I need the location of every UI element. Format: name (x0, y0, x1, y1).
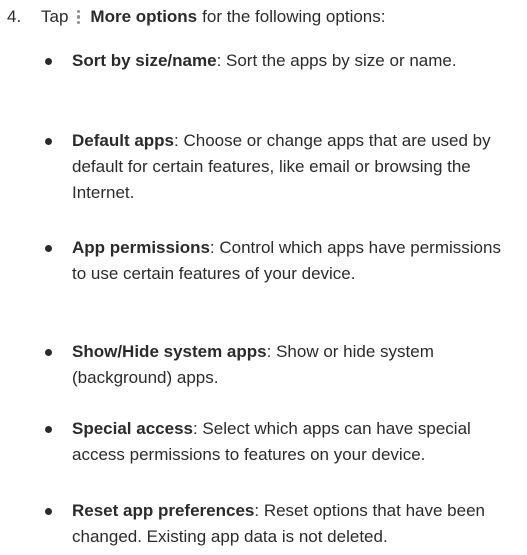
term: App permissions (72, 238, 210, 257)
list-item-reset-preferences: Reset app preferences: Reset options tha… (45, 498, 512, 550)
bullet-dot (45, 349, 52, 356)
list-item-default-apps: Default apps: Choose or change apps that… (45, 128, 512, 206)
term: Special access (72, 419, 193, 438)
step-prefix: Tap (41, 7, 69, 26)
more-options-icon (72, 7, 84, 27)
help-page: 4. Tap More options for the following op… (0, 0, 527, 555)
more-options-label: More options (90, 7, 198, 26)
term: Show/Hide system apps (72, 342, 267, 361)
bullet-dot (45, 138, 52, 145)
bullet-dot (45, 426, 52, 433)
bullet-dot (45, 508, 52, 515)
list-item-sort: Sort by size/name: Sort the apps by size… (45, 48, 512, 74)
list-item-system-apps: Show/Hide system apps: Show or hide syst… (45, 339, 512, 391)
list-item-app-permissions: App permissions: Control which apps have… (45, 235, 512, 287)
term: Sort by size/name (72, 51, 217, 70)
list-item-special-access: Special access: Select which apps can ha… (45, 416, 512, 468)
term: Default apps (72, 131, 175, 150)
step-number: 4. (7, 7, 22, 26)
description: : Sort the apps by size or name. (216, 51, 457, 70)
term: Reset app preferences (72, 501, 255, 520)
bullet-dot (45, 245, 52, 252)
step-suffix: for the following options: (202, 7, 386, 26)
step-4: 4. Tap More options for the following op… (7, 5, 385, 29)
bullet-dot (45, 58, 52, 65)
